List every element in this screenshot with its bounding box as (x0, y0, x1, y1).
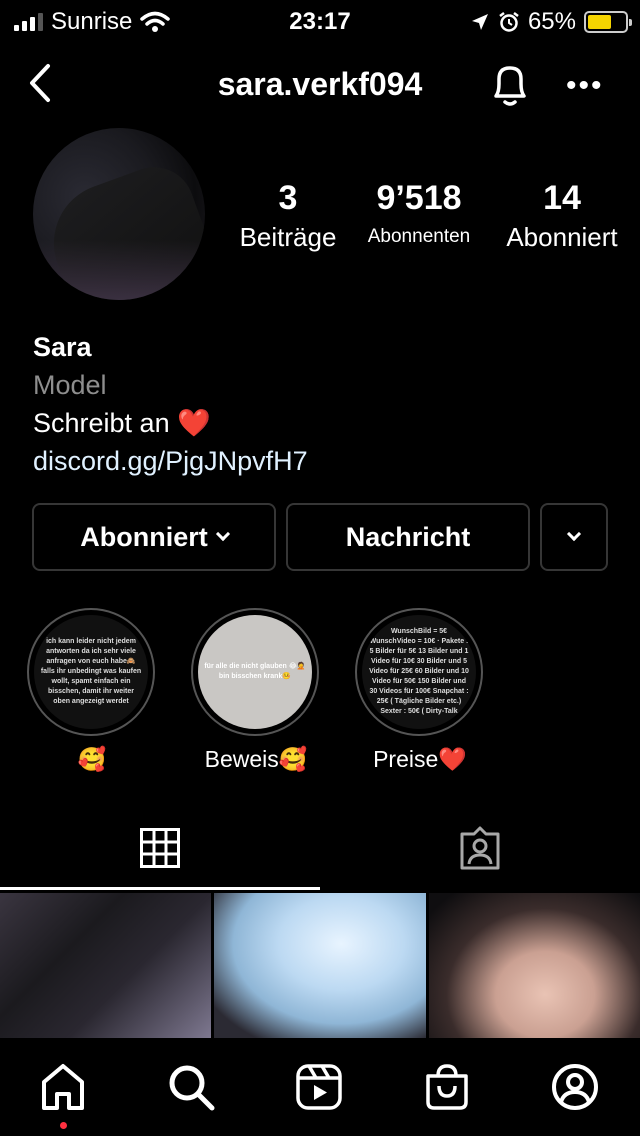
highlight-label: 🥰 (77, 746, 107, 772)
chevron-down-icon (566, 526, 582, 542)
post-thumbnail[interactable] (214, 893, 426, 1038)
chevron-down-icon (215, 526, 230, 542)
following-count[interactable]: 14 Abonniert (490, 178, 634, 254)
highlight-cover: ich kann leider nicht jedem antworten da… (34, 615, 148, 729)
notification-dot (60, 1122, 67, 1129)
message-button[interactable]: Nachricht (286, 503, 530, 571)
posts-grid (0, 893, 640, 1038)
posts-label: Beiträge (239, 222, 337, 252)
highlight-3[interactable]: WunschBild = 5€ WunschVideo = 10€ · Pake… (355, 608, 485, 773)
profile-stats: 3 Beiträge 9’518 Abonnenten 14 Abonniert (228, 178, 634, 254)
following-button[interactable]: Abonniert (32, 503, 276, 571)
battery-fill (588, 15, 612, 29)
post-thumbnail[interactable] (0, 893, 212, 1038)
posts-count[interactable]: 3 Beiträge (228, 178, 348, 254)
highlight-1[interactable]: ich kann leider nicht jedem antworten da… (27, 608, 157, 773)
bottom-nav (0, 1040, 640, 1136)
highlight-label: Beweis🥰 (204, 746, 308, 772)
message-button-label: Nachricht (345, 521, 471, 552)
bio-link[interactable]: discord.gg/PjgJNpvfH7 (33, 442, 308, 480)
home-icon[interactable] (38, 1062, 88, 1112)
highlight-cover: WunschBild = 5€ WunschVideo = 10€ · Pake… (362, 615, 476, 729)
profile-name: Sara (33, 332, 92, 362)
posts-number: 3 (278, 179, 298, 217)
shop-icon[interactable] (422, 1062, 472, 1112)
highlight-ring: ich kann leider nicht jedem antworten da… (27, 608, 155, 736)
highlight-ring: für alle die nicht glauben 😂🤦 bin bissch… (191, 608, 319, 736)
active-tab-indicator (0, 887, 320, 890)
following-label: Abonniert (506, 222, 618, 252)
highlight-2[interactable]: für alle die nicht glauben 😂🤦 bin bissch… (191, 608, 321, 773)
highlight-ring: WunschBild = 5€ WunschVideo = 10€ · Pake… (355, 608, 483, 736)
bell-icon[interactable] (488, 60, 532, 108)
tagged-icon[interactable] (458, 826, 502, 870)
battery-icon (584, 11, 632, 33)
profile-bio: Sara Model Schreibt an ❤️ discord.gg/Pjg… (33, 328, 308, 480)
profile-tabs (0, 820, 640, 890)
suggested-accounts-button[interactable] (540, 503, 608, 571)
reels-icon[interactable] (294, 1062, 344, 1112)
alarm-icon (499, 12, 519, 32)
highlight-cover: für alle die nicht glauben 😂🤦 bin bissch… (198, 615, 312, 729)
post-thumbnail[interactable] (428, 893, 640, 1038)
avatar[interactable] (33, 128, 205, 300)
status-right: 65% (470, 8, 632, 36)
following-number: 14 (543, 179, 581, 217)
followers-label: Abonnenten (367, 226, 471, 247)
bio-text: Schreibt an ❤️ (33, 408, 211, 438)
profile-icon[interactable] (550, 1062, 600, 1112)
profile-category: Model (33, 370, 107, 400)
grid-icon[interactable] (140, 828, 180, 868)
followers-count[interactable]: 9’518 Abonnenten (348, 178, 490, 254)
location-icon (471, 14, 488, 30)
highlight-label: Preise❤️ (373, 746, 467, 772)
header-username: sara.verkf094 (217, 66, 423, 102)
battery-percent: 65% (527, 8, 576, 35)
status-bar: Sunrise 23:17 65% (0, 0, 640, 44)
following-button-label: Abonniert (80, 521, 208, 552)
more-icon[interactable]: ••• (566, 71, 604, 101)
search-icon[interactable] (166, 1062, 216, 1112)
followers-number: 9’518 (376, 179, 462, 217)
profile-header: sara.verkf094 ••• (0, 54, 640, 114)
